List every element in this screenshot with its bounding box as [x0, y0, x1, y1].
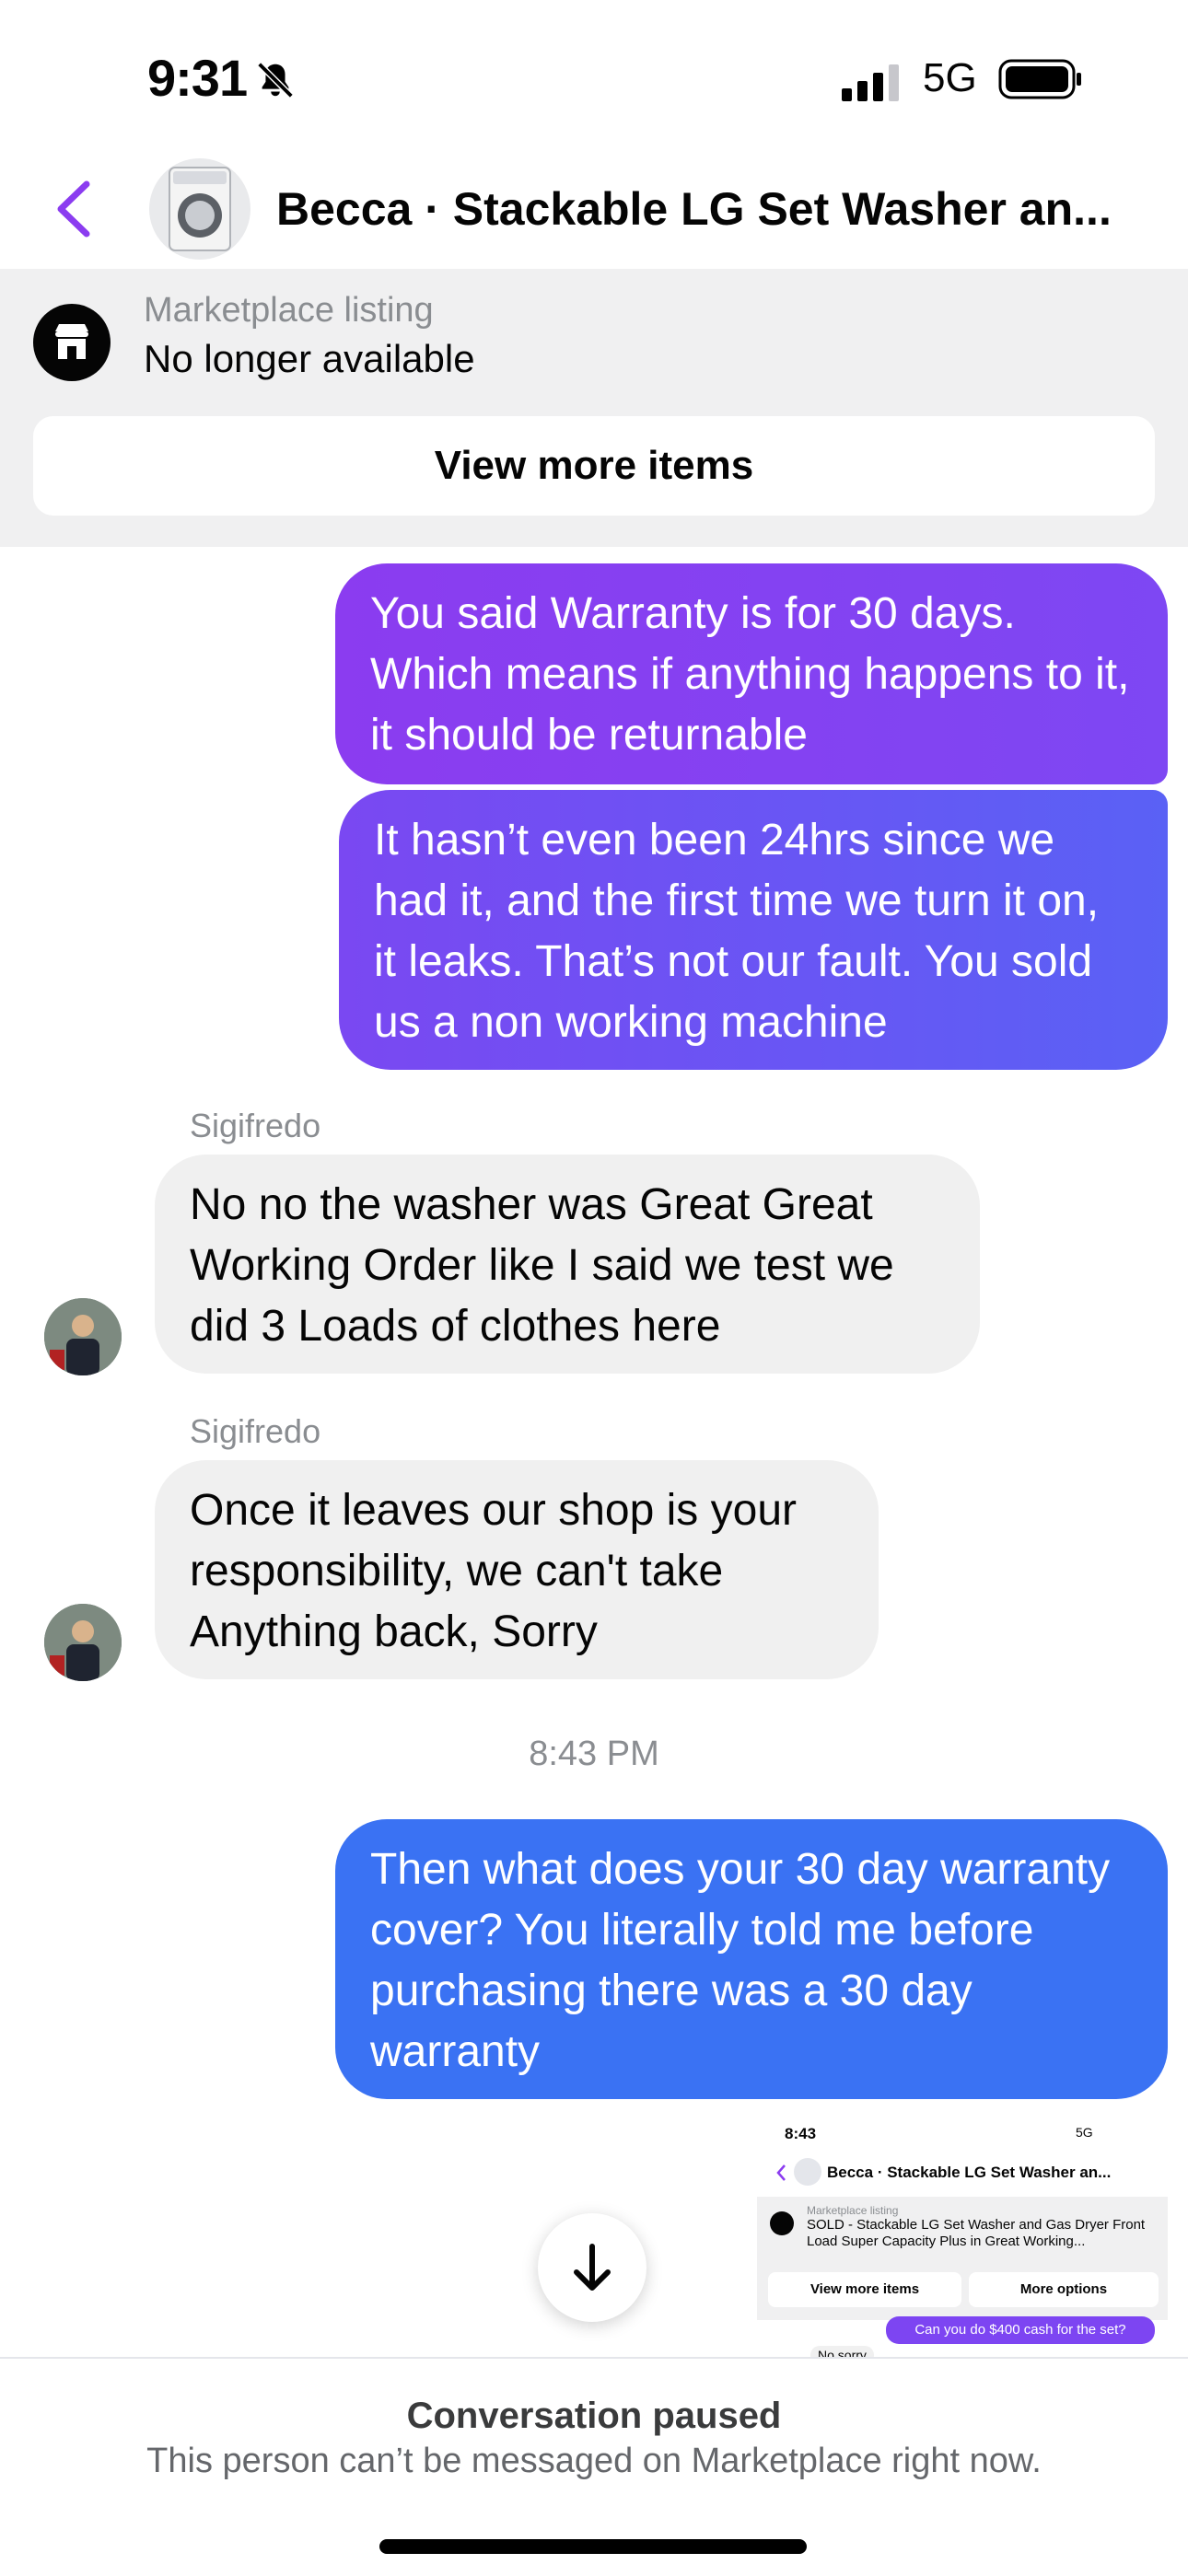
paused-subtitle: This person can’t be messaged on Marketp…	[146, 2442, 1042, 2480]
incoming-message[interactable]: No no the washer was Great Great Working…	[155, 1155, 980, 1374]
message-timestamp: 8:43 PM	[529, 1735, 659, 1773]
incoming-message[interactable]: Once it leaves our shop is your responsi…	[155, 1460, 879, 1679]
home-indicator[interactable]	[379, 2539, 807, 2554]
mute-bell-icon	[254, 59, 297, 106]
marketplace-store-icon	[33, 304, 111, 381]
thumb-time: 8:43	[785, 2125, 817, 2142]
battery-icon	[998, 59, 1083, 104]
sender-name: Sigifredo	[190, 1412, 321, 1450]
attached-screenshot[interactable]: 8:43 5G Becca · Stackable LG Set Washer …	[757, 2108, 1168, 2357]
thumb-more-options-button: More options	[969, 2272, 1159, 2307]
thumb-back-icon	[775, 2164, 786, 2187]
sender-avatar[interactable]	[44, 1298, 122, 1375]
thumb-store-icon	[770, 2211, 794, 2235]
thumb-outgoing-message: Can you do $400 cash for the set?	[886, 2316, 1155, 2344]
network-type: 5G	[923, 55, 977, 100]
outgoing-message[interactable]: It hasn’t even been 24hrs since we had i…	[339, 790, 1168, 1070]
thumb-network: 5G	[1076, 2125, 1093, 2140]
listing-label: Marketplace listing	[144, 291, 434, 330]
listing-avatar[interactable]	[149, 158, 250, 260]
back-chevron-icon[interactable]	[53, 180, 94, 242]
outgoing-message[interactable]: You said Warranty is for 30 days. Which …	[335, 563, 1168, 784]
thumb-title: Becca · Stackable LG Set Washer an...	[827, 2164, 1112, 2181]
thumb-avatar	[794, 2158, 821, 2186]
arrow-down-icon	[574, 2244, 611, 2291]
paused-title: Conversation paused	[406, 2396, 782, 2436]
status-time: 9:31	[147, 49, 248, 107]
conversation-title[interactable]: Becca · Stackable LG Set Washer an...	[276, 182, 1160, 236]
thumb-listing-text: SOLD - Stackable LG Set Washer and Gas D…	[807, 2217, 1146, 2249]
sender-name: Sigifredo	[190, 1107, 321, 1144]
sender-avatar[interactable]	[44, 1604, 122, 1681]
thumb-incoming-message: No sorry	[810, 2346, 874, 2357]
cellular-signal-icon	[842, 64, 903, 106]
listing-status: No longer available	[144, 337, 475, 380]
scroll-to-bottom-button[interactable]	[538, 2213, 646, 2322]
view-more-items-button[interactable]: View more items	[33, 416, 1155, 516]
thumb-listing-label: Marketplace listing	[807, 2204, 899, 2217]
thumb-view-more-button: View more items	[768, 2272, 961, 2307]
outgoing-message[interactable]: Then what does your 30 day warranty cove…	[335, 1819, 1168, 2099]
